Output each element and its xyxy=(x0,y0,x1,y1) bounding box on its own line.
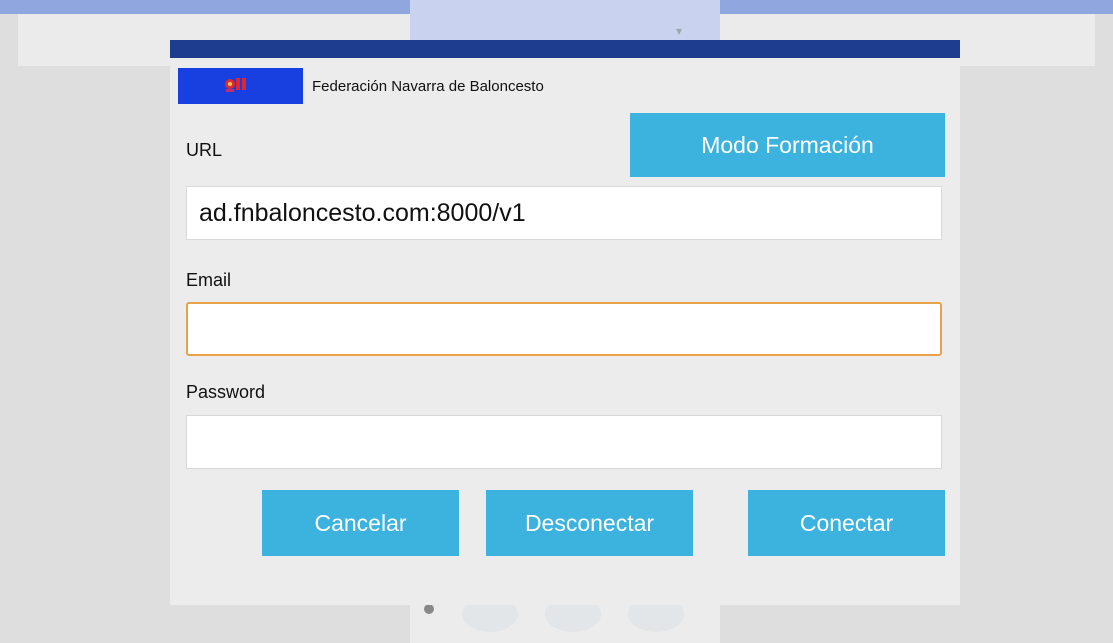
background-center-header xyxy=(410,0,720,40)
connection-dialog: Federación Navarra de Baloncesto URL Mod… xyxy=(170,40,960,605)
url-label: URL xyxy=(186,140,223,160)
email-input[interactable] xyxy=(186,302,942,356)
email-label: Email xyxy=(186,270,232,290)
modo-formacion-button[interactable]: Modo Formación xyxy=(630,113,945,177)
background-dot xyxy=(424,604,434,614)
logo-icon xyxy=(225,78,246,92)
password-input[interactable] xyxy=(186,415,942,469)
federation-logo xyxy=(178,68,303,104)
cancel-button[interactable]: Cancelar xyxy=(262,490,459,556)
url-input[interactable] xyxy=(186,186,942,240)
disconnect-button[interactable]: Desconectar xyxy=(486,490,693,556)
dialog-title-bar xyxy=(170,40,960,58)
chevron-down-icon: ▾ xyxy=(676,24,683,38)
password-label: Password xyxy=(186,382,266,402)
organization-name: Federación Navarra de Baloncesto xyxy=(312,78,544,95)
connect-button[interactable]: Conectar xyxy=(748,490,945,556)
